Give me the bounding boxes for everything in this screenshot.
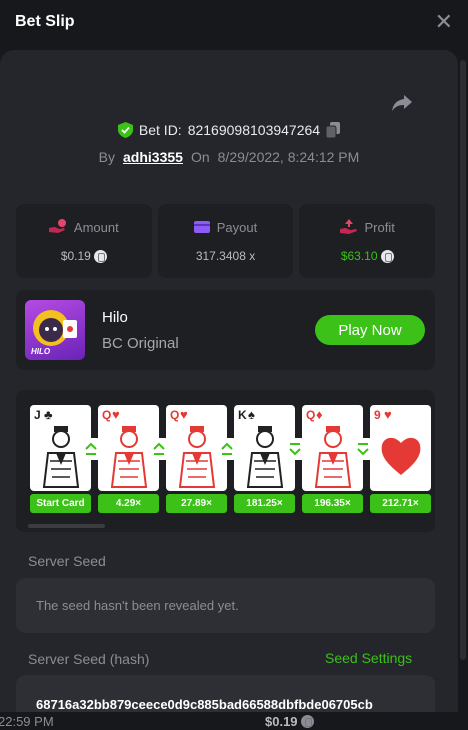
share-icon[interactable] bbox=[390, 90, 414, 114]
cards-history[interactable]: J ♣ Start Card Q ♥ 4.29× Q ♥ 27.89× K ♠ 181.25× Q ♦ 19… bbox=[16, 390, 435, 532]
face-card-art-icon bbox=[178, 426, 216, 488]
amount-value: $0.19 bbox=[60, 249, 91, 263]
card-multiplier: 181.25× bbox=[234, 494, 295, 513]
coin-icon bbox=[300, 715, 314, 728]
card-rank: Q bbox=[102, 408, 112, 422]
face-card-art-icon bbox=[314, 426, 352, 488]
card-rank: 9 bbox=[374, 408, 381, 422]
card-suit: ♠ bbox=[248, 407, 255, 422]
hand-profit-icon bbox=[339, 219, 357, 234]
card-suit: ♥ bbox=[384, 407, 392, 422]
card-rank: Q bbox=[306, 408, 316, 422]
card-rank: K bbox=[238, 408, 247, 422]
play-now-button[interactable]: Play Now bbox=[315, 315, 425, 345]
page-title: Bet Slip bbox=[15, 13, 75, 30]
payout-label: Payout bbox=[216, 219, 258, 235]
by-label: By bbox=[98, 149, 116, 165]
seed-settings-link[interactable]: Seed Settings bbox=[325, 650, 412, 666]
bet-datetime: 8/29/2022, 8:24:12 PM bbox=[217, 149, 360, 165]
card-multiplier: 27.89× bbox=[166, 494, 227, 513]
copy-icon[interactable] bbox=[326, 122, 341, 138]
amount-stat: Amount $0.19 bbox=[16, 204, 152, 278]
bet-slip-panel: Bet ID: 82169098103947264 By adhi3355 On… bbox=[0, 50, 458, 730]
bet-id-row: Bet ID: 82169098103947264 bbox=[0, 122, 458, 138]
scrollbar-thumb[interactable] bbox=[460, 60, 466, 660]
background-amount: $0.19 bbox=[265, 714, 298, 729]
amount-label: Amount bbox=[73, 219, 119, 235]
hilo-thumb-text: HILO bbox=[31, 347, 51, 356]
bet-meta-row: By adhi3355 On 8/29/2022, 8:24:12 PM bbox=[0, 149, 458, 165]
background-time: 22:59 PM bbox=[0, 714, 54, 729]
bet-id-value: 82169098103947264 bbox=[187, 122, 321, 138]
background-list-row: 22:59 PM $0.19 bbox=[0, 712, 468, 730]
close-icon[interactable]: ✕ bbox=[435, 11, 453, 33]
server-seed-field: The seed hasn't been revealed yet. bbox=[16, 578, 435, 633]
wallet-icon bbox=[193, 221, 210, 233]
game-card: HILO Hilo BC Original Play Now bbox=[16, 290, 435, 370]
game-name: Hilo bbox=[102, 309, 128, 326]
hilo-thumbnail[interactable]: HILO bbox=[25, 300, 85, 360]
heart-icon bbox=[381, 437, 421, 475]
card-suit: ♥ bbox=[112, 407, 120, 422]
card-multiplier: 212.71× bbox=[370, 494, 431, 513]
card-rank: Q bbox=[170, 408, 180, 422]
card-suit: ♦ bbox=[316, 407, 323, 422]
bet-id-label: Bet ID: bbox=[138, 122, 182, 138]
server-seed-hash-label: Server Seed (hash) bbox=[28, 651, 150, 667]
card-rank: J bbox=[34, 408, 41, 422]
on-label: On bbox=[190, 149, 210, 165]
coin-icon bbox=[380, 249, 394, 263]
profit-label: Profit bbox=[364, 219, 395, 235]
profit-value: $63.10 bbox=[340, 249, 378, 263]
playing-card: 9 ♥ bbox=[370, 405, 431, 491]
server-seed-label: Server Seed bbox=[28, 553, 106, 569]
card-suit: ♥ bbox=[180, 407, 188, 422]
payout-value: 317.3408 x bbox=[195, 248, 256, 263]
shield-check-icon bbox=[117, 122, 133, 138]
coin-icon bbox=[93, 249, 107, 263]
card-multiplier: 196.35× bbox=[302, 494, 363, 513]
face-card-art-icon bbox=[246, 426, 284, 488]
bet-slip-header: Bet Slip ✕ bbox=[0, 0, 468, 44]
card-multiplier: Start Card bbox=[30, 494, 91, 513]
card-multiplier: 4.29× bbox=[98, 494, 159, 513]
face-card-art-icon bbox=[42, 426, 80, 488]
user-link[interactable]: adhi3355 bbox=[123, 149, 183, 165]
game-provider: BC Original bbox=[102, 335, 179, 352]
hand-coin-icon bbox=[48, 219, 66, 233]
bet-stats: Amount $0.19 Payout 317.3408 x Profit $6… bbox=[16, 204, 436, 278]
profit-stat: Profit $63.10 bbox=[299, 204, 436, 278]
payout-stat: Payout 317.3408 x bbox=[157, 204, 294, 278]
card-suit: ♣ bbox=[44, 407, 53, 422]
face-card-art-icon bbox=[110, 426, 148, 488]
horizontal-scrollbar[interactable] bbox=[28, 524, 105, 528]
